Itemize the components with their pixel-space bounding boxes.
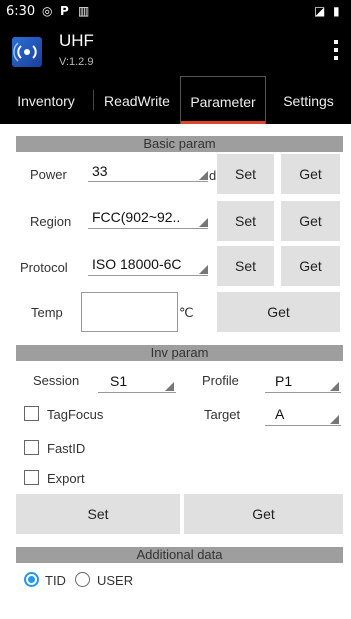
profile-dropdown-icon — [330, 382, 339, 391]
tagfocus-checkbox[interactable] — [24, 406, 39, 421]
overflow-menu-icon[interactable] — [333, 40, 339, 62]
export-label: Export — [47, 471, 85, 486]
section-header-additional: Additional data — [16, 547, 343, 563]
tagfocus-label: TagFocus — [47, 407, 104, 422]
profile-value[interactable]: P1 — [275, 373, 292, 389]
fastid-label: FastID — [47, 441, 86, 456]
protocol-value[interactable]: ISO 18000-6C — [92, 256, 182, 272]
tab-settings[interactable]: Settings — [266, 76, 351, 124]
protocol-set-button[interactable]: Set — [217, 246, 274, 286]
power-label: Power — [30, 167, 67, 182]
region-set-button[interactable]: Set — [217, 201, 274, 241]
protocol-spinner-line — [88, 275, 208, 276]
power-get-button[interactable]: Get — [281, 154, 340, 194]
inv-get-button[interactable]: Get — [184, 494, 343, 534]
region-value[interactable]: FCC(902~92.. — [92, 209, 180, 225]
no-signal-icon: ◪ — [314, 4, 326, 18]
user-radio[interactable] — [75, 572, 90, 587]
target-label: Target — [204, 407, 241, 422]
protocol-label: Protocol — [20, 260, 68, 275]
user-label: USER — [97, 573, 134, 588]
status-time: 6:30 — [6, 4, 36, 19]
region-label: Region — [30, 214, 72, 229]
profile-label: Profile — [202, 373, 239, 388]
section-header-inv: Inv param — [16, 345, 343, 361]
sd-card-icon: ▥ — [78, 4, 90, 18]
region-dropdown-icon — [199, 218, 208, 227]
fastid-checkbox[interactable] — [24, 440, 39, 455]
session-label: Session — [33, 373, 80, 388]
power-value[interactable]: 33 — [92, 163, 108, 179]
profile-spinner-line — [265, 392, 341, 393]
active-tab-indicator — [181, 121, 265, 124]
power-spinner-line — [88, 181, 208, 182]
temp-unit: ℃ — [179, 305, 194, 320]
tid-radio[interactable] — [24, 572, 39, 587]
inv-set-button[interactable]: Set — [16, 494, 180, 534]
tid-label: TID — [45, 573, 66, 588]
app-version: V:1.2.9 — [59, 56, 94, 68]
protocol-dropdown-icon — [199, 265, 208, 274]
section-header-basic: Basic param — [16, 136, 343, 152]
session-dropdown-icon — [165, 382, 174, 391]
region-spinner-line — [88, 228, 208, 229]
app-bar: UHF V:1.2.9 — [0, 24, 351, 76]
power-dropdown-icon — [199, 171, 208, 180]
export-checkbox[interactable] — [24, 470, 39, 485]
target-dropdown-icon — [330, 415, 339, 424]
tab-inventory[interactable]: Inventory — [0, 76, 92, 124]
tab-bar: Inventory ReadWrite Parameter Settings — [0, 76, 351, 124]
temp-label: Temp — [31, 305, 63, 320]
tab-parameter[interactable]: Parameter — [180, 76, 266, 124]
tab-readwrite[interactable]: ReadWrite — [94, 76, 180, 124]
app-logo-icon — [12, 37, 42, 67]
hotspot-icon: ◎ — [42, 4, 53, 18]
status-bar: 6:30 ◎ P ▥ ◪ ▮ — [0, 0, 351, 24]
battery-icon: ▮ — [333, 4, 340, 18]
session-spinner-line — [98, 392, 176, 393]
target-value[interactable]: A — [275, 406, 284, 422]
session-value[interactable]: S1 — [110, 373, 127, 389]
region-get-button[interactable]: Get — [281, 201, 340, 241]
power-set-button[interactable]: Set — [217, 154, 274, 194]
temp-get-button[interactable]: Get — [217, 292, 340, 332]
p-icon: P — [60, 4, 69, 18]
tab-parameter-label: Parameter — [190, 94, 256, 110]
app-title: UHF — [59, 31, 94, 50]
target-spinner-line — [265, 425, 341, 426]
temp-input[interactable] — [81, 292, 178, 332]
protocol-get-button[interactable]: Get — [281, 246, 340, 286]
